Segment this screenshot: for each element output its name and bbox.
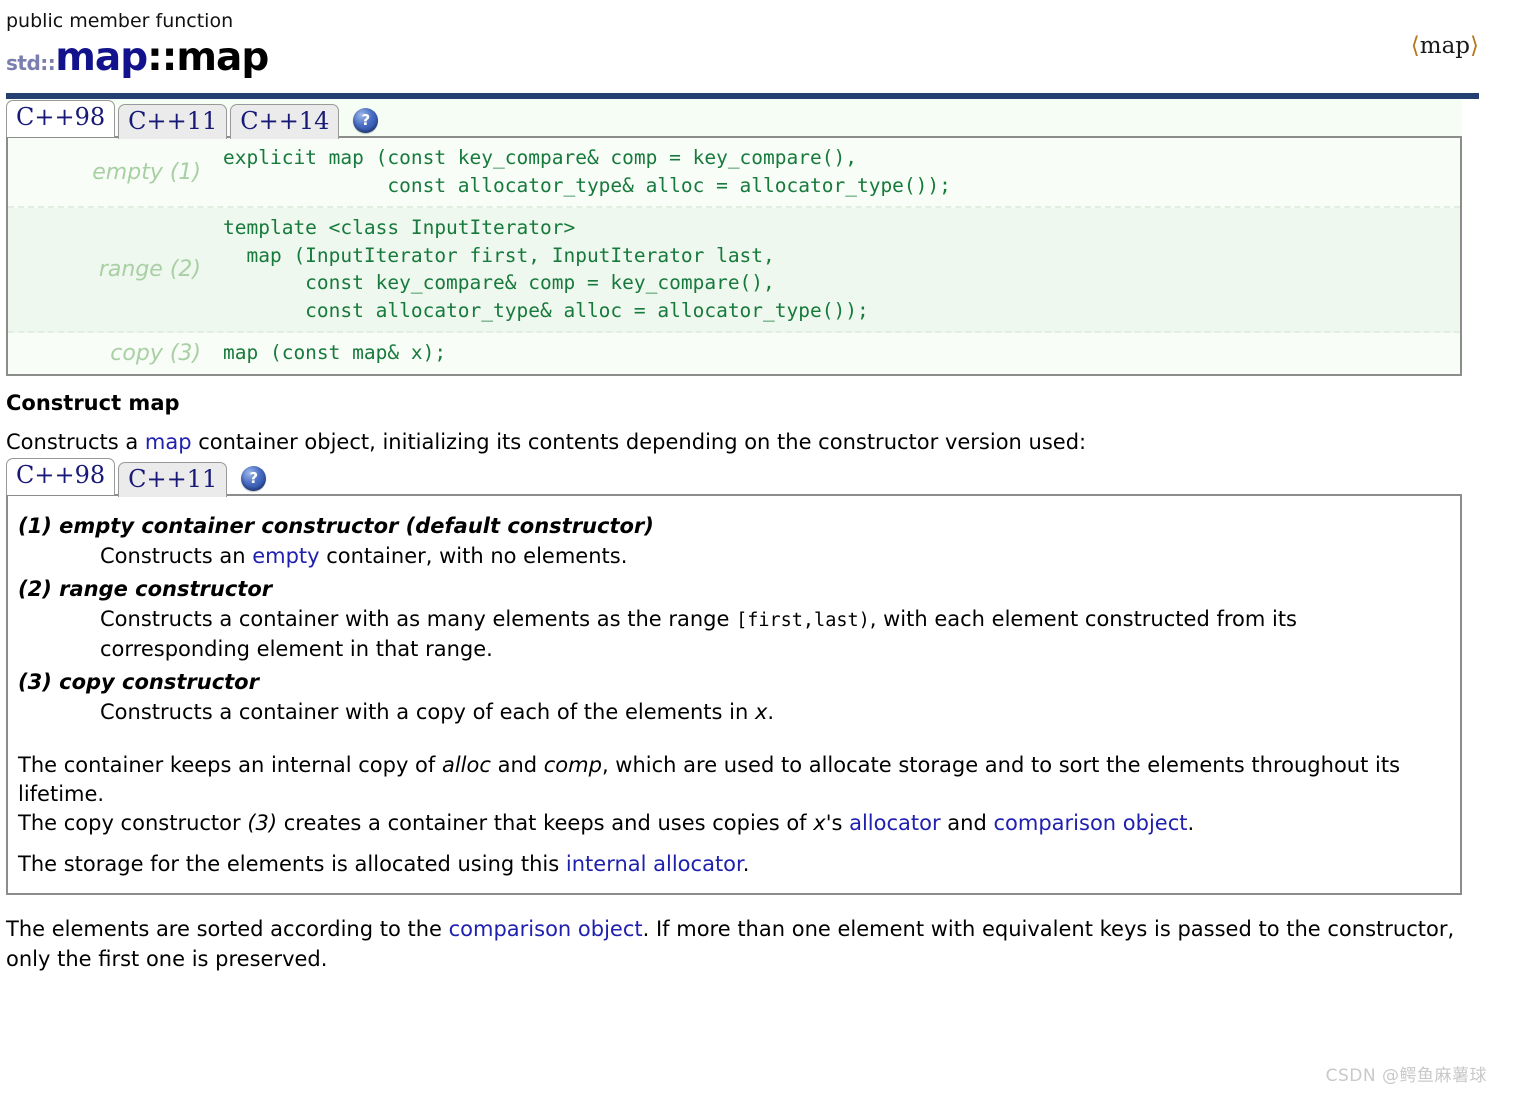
description-tabstrip: C++98 C++11 ? <box>6 457 1513 497</box>
closing-paragraph: The elements are sorted according to the… <box>6 914 1456 974</box>
question-mark-icon[interactable]: ? <box>241 465 267 491</box>
signature-code-copy: map (const map& x); <box>223 341 447 364</box>
constructor-body-empty: Constructs an empty container, with no e… <box>100 542 1446 571</box>
copy-body-after: . <box>767 699 775 724</box>
empty-body-after: container, with no elements. <box>319 543 628 568</box>
title-function: map <box>176 35 269 80</box>
description-tab-list: C++98 C++11 ? <box>6 457 1513 497</box>
signature-code-empty: explicit map (const key_compare& comp = … <box>223 146 951 197</box>
description-spacer-top <box>18 727 1446 751</box>
link-allocator[interactable]: allocator <box>849 811 941 835</box>
note-paragraph-storage: The storage for the elements is allocate… <box>18 850 1446 879</box>
link-comparison-object[interactable]: comparison object <box>993 811 1187 835</box>
title-class: map <box>55 35 148 80</box>
include-angle-open: ⟨ <box>1410 33 1420 59</box>
note3-seg2: . <box>742 851 750 876</box>
constructor-title-copy: (3) copy constructor <box>18 669 259 694</box>
note2-x: x <box>813 810 826 835</box>
tab-cpp11-description[interactable]: C++11 <box>118 461 228 497</box>
section-lead-paragraph: Constructs a map container object, initi… <box>6 427 1513 457</box>
section-heading-construct-map: Construct map <box>6 390 180 415</box>
constructor-title-empty: (1) empty container constructor (default… <box>18 513 654 538</box>
signature-code-range: template <class InputIterator> map (Inpu… <box>223 216 869 322</box>
title-scope-separator: :: <box>147 35 177 80</box>
csdn-watermark: CSDN @鳄鱼麻薯球 <box>1325 1066 1487 1086</box>
note2-seg4: 's <box>825 810 850 835</box>
title-namespace: std:: <box>6 51 56 75</box>
signature-label-range: range (2) <box>98 257 201 282</box>
signature-row-range: range (2) template <class InputIterator>… <box>8 208 1460 333</box>
tab-cpp11-signature[interactable]: C++11 <box>118 104 228 139</box>
constructor-body-range: Constructs a container with as many elem… <box>100 605 1446 664</box>
include-header-name: map <box>1419 33 1471 59</box>
copy-body-before: Constructs a container with a copy of ea… <box>100 699 755 724</box>
tab-cpp98-signature[interactable]: C++98 <box>6 100 116 137</box>
constructor-body-copy: Constructs a container with a copy of ea… <box>100 698 1446 727</box>
link-internal-allocator[interactable]: internal allocator <box>566 852 743 876</box>
note2-seg8: . <box>1187 810 1195 835</box>
range-interval-notation: [first,last) <box>736 609 870 631</box>
link-map[interactable]: map <box>145 430 192 454</box>
function-kind-label: public member function <box>6 10 234 32</box>
description-box: (1) empty container constructor (default… <box>6 493 1462 895</box>
lead-text-before: Constructs a <box>6 429 145 454</box>
description-spacer-bottom <box>18 838 1446 850</box>
link-comparison-object-closing[interactable]: comparison object <box>449 917 643 941</box>
signature-row-copy: copy (3) map (const map& x); <box>8 333 1460 374</box>
note1-seg2: and <box>490 752 544 777</box>
constructor-title-range: (2) range constructor <box>18 576 273 601</box>
include-header-label: ⟨map⟩ <box>1411 33 1479 59</box>
note2-num: (3) <box>247 810 278 835</box>
note1-seg0: The container keeps an internal copy of <box>18 752 442 777</box>
page-header: public member function std::map::map ⟨ma… <box>0 0 1513 87</box>
copy-param-x: x <box>754 699 768 724</box>
signature-box: empty (1) explicit map (const key_compar… <box>6 136 1462 376</box>
lead-text-after: container object, initializing its conte… <box>191 429 1087 454</box>
note3-seg0: The storage for the elements is allocate… <box>18 851 566 876</box>
include-angle-close: ⟩ <box>1470 33 1479 59</box>
question-mark-icon[interactable]: ? <box>353 108 379 133</box>
signature-label-empty: empty (1) <box>92 159 201 185</box>
tab-cpp14-signature[interactable]: C++14 <box>230 104 340 139</box>
empty-body-before: Constructs an <box>100 543 253 568</box>
note2-seg0: The copy constructor <box>18 810 248 835</box>
signature-label-copy: copy (3) <box>110 340 201 366</box>
link-empty[interactable]: empty <box>252 544 319 568</box>
signature-tabstrip: C++98 C++11 C++14 ? <box>6 99 1462 139</box>
note1-alloc: alloc <box>441 752 491 777</box>
tab-cpp98-description[interactable]: C++98 <box>6 457 116 495</box>
signature-tab-list: C++98 C++11 C++14 ? <box>6 99 1462 139</box>
range-body-before: Constructs a container with as many elem… <box>100 606 737 631</box>
note-paragraph-alloc-comp: The container keeps an internal copy of … <box>18 751 1446 809</box>
note2-seg2: creates a container that keeps and uses … <box>277 810 814 835</box>
note-paragraph-copy-ctor: The copy constructor (3) creates a conta… <box>18 809 1446 838</box>
signature-row-empty: empty (1) explicit map (const key_compar… <box>8 138 1460 208</box>
page-title: std::map::map <box>6 36 1513 87</box>
note1-comp: comp <box>543 752 602 777</box>
closing-before: The elements are sorted according to the <box>6 916 449 941</box>
note2-seg6: and <box>940 810 994 835</box>
